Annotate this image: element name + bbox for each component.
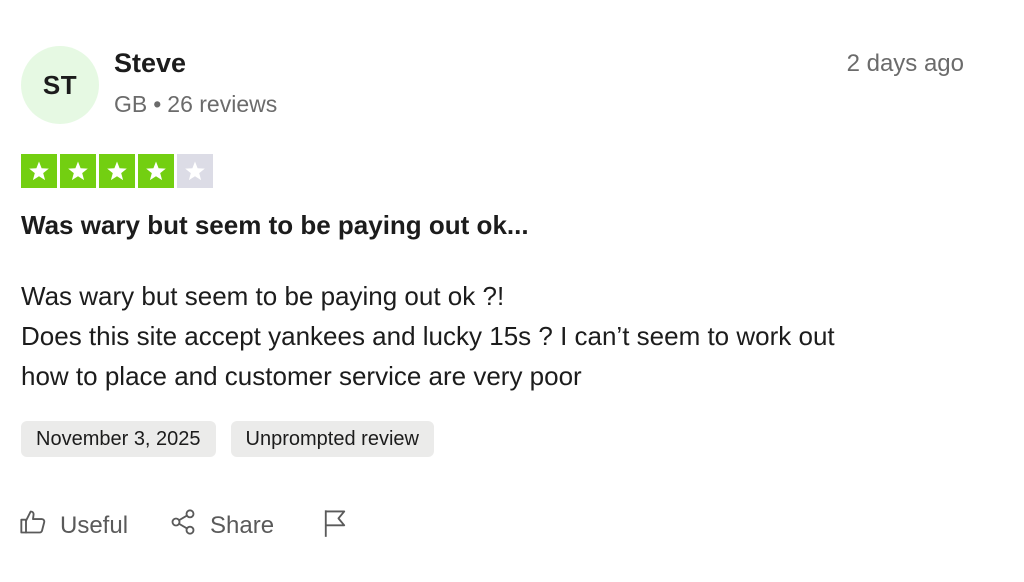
meta-separator: • [153,91,162,117]
reviewer-meta: GB • 26 reviews [114,91,277,118]
review-tags: November 3, 2025 Unprompted review [21,421,434,457]
date-of-experience-badge[interactable]: November 3, 2025 [21,421,216,457]
review-title: Was wary but seem to be paying out ok... [21,210,529,240]
reviewer-name[interactable]: Steve [114,48,186,79]
review-body-line: how to place and customer service are ve… [21,361,582,391]
thumbs-up-icon [19,508,47,543]
share-label: Share [210,511,275,539]
star-icon [60,154,96,188]
reviewer-review-count: 26 reviews [167,91,278,117]
review-relative-time: 2 days ago [846,50,964,77]
star-icon [99,154,135,188]
flag-icon [321,508,349,543]
share-button[interactable]: Share [169,508,274,543]
star-icon [138,154,174,188]
review-body-line: Was wary but seem to be paying out ok ?! [21,281,505,311]
avatar[interactable]: ST [21,46,99,124]
useful-button[interactable]: Useful [19,508,128,543]
star-icon [21,154,57,188]
review-body: Was wary but seem to be paying out ok ?!… [21,276,981,396]
review-type-badge[interactable]: Unprompted review [230,421,434,457]
review-actions: Useful Share [19,508,349,543]
review-body-line: Does this site accept yankees and lucky … [21,321,835,351]
avatar-initials: ST [42,69,78,100]
share-icon [169,508,197,543]
useful-label: Useful [60,511,129,539]
report-button[interactable] [321,508,349,543]
reviewer-country: GB [114,91,148,117]
star-icon [177,154,213,188]
review-card: ST Steve GB • 26 reviews 2 days ago Was wa… [0,0,1024,582]
star-rating [21,154,213,188]
